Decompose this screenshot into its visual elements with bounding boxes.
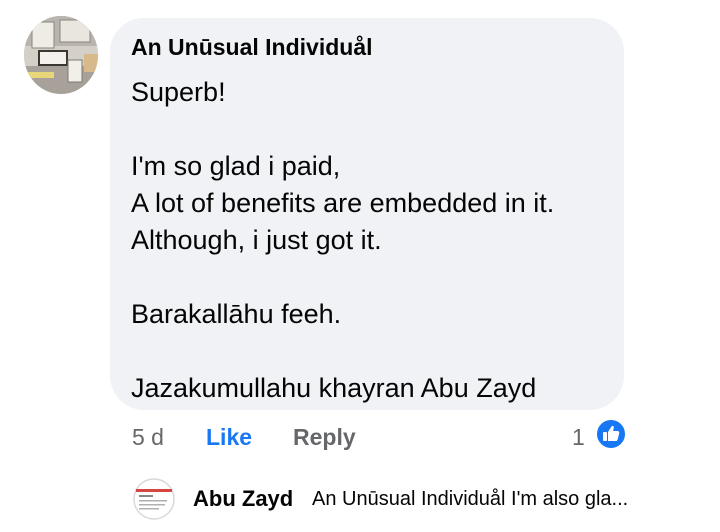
comment-line: Superb! xyxy=(131,77,226,107)
reaction-count[interactable]: 1 xyxy=(572,424,585,451)
comment-bubble: An Unūsual Individuål Superb! I'm so gla… xyxy=(110,18,624,410)
comment-author[interactable]: An Unūsual Individuål xyxy=(131,34,373,61)
comment-actions: 5 d Like Reply 1 xyxy=(0,418,720,454)
comment-line: Although, i just got it. xyxy=(131,225,382,255)
like-reaction-icon[interactable] xyxy=(595,418,627,450)
reply-avatar[interactable] xyxy=(131,478,177,520)
comment-line xyxy=(131,333,611,370)
reply-button[interactable]: Reply xyxy=(293,424,356,451)
comment-line: Jazakumullahu khayran Abu Zayd xyxy=(131,373,537,403)
comment-body: Superb! I'm so glad i paid, A lot of ben… xyxy=(131,74,611,407)
comment-line: A lot of benefits are embedded in it. xyxy=(131,188,555,218)
comment-line xyxy=(131,111,611,148)
comment-line: Barakallāhu feeh. xyxy=(131,299,342,329)
reply-avatar-image xyxy=(133,478,175,520)
reply-preview[interactable]: Abu Zayd An Unūsual Individuål I'm also … xyxy=(0,478,720,522)
reply-snippet[interactable]: An Unūsual Individuål I'm also gla... xyxy=(312,488,628,511)
commenter-avatar[interactable] xyxy=(24,16,98,94)
comment-line: I'm so glad i paid, xyxy=(131,151,341,181)
reply-author[interactable]: Abu Zayd xyxy=(193,486,293,512)
comment-age[interactable]: 5 d xyxy=(132,424,164,451)
comment-line xyxy=(131,259,611,296)
like-button[interactable]: Like xyxy=(206,424,252,451)
avatar-photo xyxy=(24,16,98,94)
